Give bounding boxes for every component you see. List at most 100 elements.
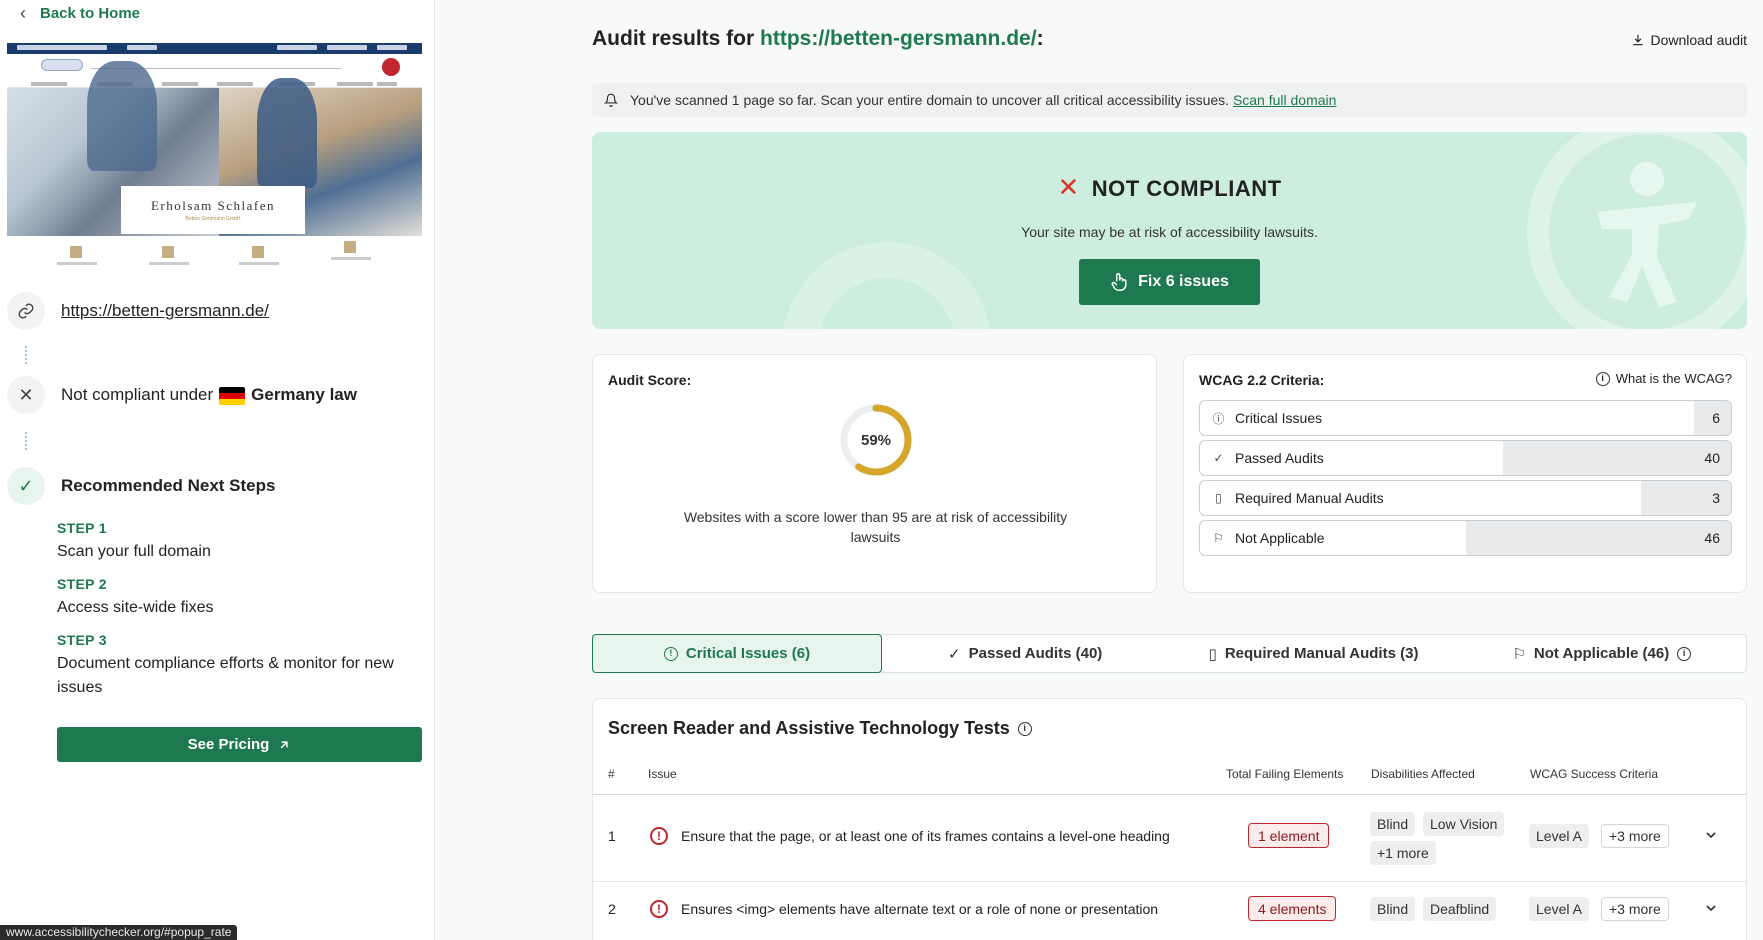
scanned-url-link[interactable]: https://betten-gersmann.de/ bbox=[61, 301, 269, 321]
disability-chip: Deafblind bbox=[1423, 897, 1497, 921]
preview-caption-subtitle: Betten Gersmann GmbH bbox=[185, 216, 241, 222]
chevron-left-icon: ‹ bbox=[20, 3, 26, 23]
table-row[interactable]: 2 ! Ensures <img> elements have alternat… bbox=[593, 882, 1746, 940]
compliance-subtitle: Your site may be at risk of accessibilit… bbox=[1021, 224, 1318, 240]
column-header-issue: Issue bbox=[648, 767, 677, 781]
wcag-row-text: Critical Issues bbox=[1235, 410, 1323, 426]
download-audit-label: Download audit bbox=[1650, 32, 1747, 48]
audit-score-title: Audit Score: bbox=[608, 372, 692, 388]
column-header-disabilities: Disabilities Affected bbox=[1371, 767, 1475, 781]
issue-text: Ensure that the page, or at least one of… bbox=[681, 828, 1170, 844]
score-value: 59% bbox=[860, 431, 892, 449]
see-pricing-label: See Pricing bbox=[187, 736, 270, 753]
column-header-failing: Total Failing Elements bbox=[1226, 767, 1344, 781]
info-icon[interactable]: i bbox=[1017, 721, 1032, 736]
see-pricing-button[interactable]: See Pricing bbox=[57, 727, 422, 762]
tab-not-applicable[interactable]: ⚐ Not Applicable (46) i bbox=[1458, 635, 1746, 672]
tab-label: Passed Audits (40) bbox=[968, 645, 1103, 662]
wcag-criteria-card: WCAG 2.2 Criteria: i What is the WCAG? ⓘ… bbox=[1183, 354, 1747, 593]
step-tag: STEP 2 bbox=[57, 576, 107, 592]
preview-caption-title: Erholsam Schlafen bbox=[150, 198, 276, 213]
download-icon bbox=[1633, 34, 1644, 46]
tab-label: Critical Issues (6) bbox=[685, 645, 811, 662]
column-header-wcag: WCAG Success Criteria bbox=[1530, 767, 1659, 781]
results-tabs: ! Critical Issues (6) ✓ Passed Audits (4… bbox=[592, 634, 1747, 673]
scan-full-domain-link[interactable]: Scan full domain bbox=[1233, 92, 1337, 108]
chevron-down-icon[interactable] bbox=[1703, 827, 1719, 848]
step-item: STEP 1 Scan your full domain bbox=[57, 520, 422, 564]
preview-caption: Erholsam Schlafen Betten Gersmann GmbH bbox=[121, 186, 305, 234]
wcag-row-count: 40 bbox=[1704, 450, 1720, 466]
step-item: STEP 3 Document compliance efforts & mon… bbox=[57, 632, 422, 700]
site-preview-thumbnail: Erholsam Schlafen Betten Gersmann GmbH bbox=[7, 43, 422, 276]
wcag-row-label: ▯ Required Manual Audits bbox=[1212, 490, 1384, 506]
preview-badge bbox=[382, 58, 400, 76]
wcag-row-manual[interactable]: ▯ Required Manual Audits 3 bbox=[1199, 480, 1732, 516]
chevron-down-icon[interactable] bbox=[1703, 900, 1719, 921]
disability-more-chip: +1 more bbox=[1370, 841, 1436, 865]
scanned-url-row: https://betten-gersmann.de/ bbox=[7, 292, 269, 330]
alert-circle-icon: ! bbox=[650, 827, 668, 845]
disability-chip: Blind bbox=[1370, 812, 1416, 836]
table-row[interactable]: 1 ! Ensure that the page, or at least on… bbox=[593, 795, 1746, 881]
close-icon: ✕ bbox=[7, 376, 45, 414]
download-audit-button[interactable]: Download audit bbox=[1631, 32, 1747, 48]
tab-passed-audits[interactable]: ✓ Passed Audits (40) bbox=[881, 635, 1169, 672]
alert-circle-icon: ! bbox=[663, 646, 678, 661]
link-icon bbox=[7, 292, 45, 330]
preview-header bbox=[7, 54, 422, 80]
what-is-wcag-link[interactable]: i What is the WCAG? bbox=[1595, 371, 1732, 386]
decorative-circle bbox=[782, 242, 992, 329]
law-name: Germany law bbox=[251, 385, 357, 404]
issues-table: Screen Reader and Assistive Technology T… bbox=[592, 698, 1747, 940]
banner-text: You've scanned 1 page so far. Scan your … bbox=[630, 92, 1336, 108]
wcag-row-not-applicable[interactable]: ⚐ Not Applicable 46 bbox=[1199, 520, 1732, 556]
preview-person bbox=[257, 78, 317, 188]
wcag-row-count: 3 bbox=[1712, 490, 1720, 506]
timeline-connector bbox=[25, 432, 27, 450]
wcag-row-label: ✓ Passed Audits bbox=[1212, 450, 1323, 466]
fix-issues-button[interactable]: Fix 6 issues bbox=[1079, 259, 1260, 305]
tab-critical-issues[interactable]: ! Critical Issues (6) bbox=[592, 634, 882, 673]
wcag-row-text: Required Manual Audits bbox=[1235, 490, 1384, 506]
preview-person bbox=[87, 61, 157, 171]
step-text: Scan your full domain bbox=[57, 543, 211, 560]
check-icon: ✓ bbox=[7, 467, 45, 505]
alert-circle-icon: ⓘ bbox=[1212, 411, 1225, 426]
info-icon[interactable]: i bbox=[1677, 646, 1692, 661]
wcag-row-critical[interactable]: ⓘ Critical Issues 6 bbox=[1199, 400, 1732, 436]
alert-circle-icon: ! bbox=[650, 900, 668, 918]
fix-issues-label: Fix 6 issues bbox=[1138, 273, 1229, 290]
wcag-row-count: 46 bbox=[1704, 530, 1720, 546]
title-prefix: Audit results for bbox=[592, 27, 755, 50]
back-to-home-link[interactable]: ‹ Back to Home bbox=[20, 4, 140, 22]
step-item: STEP 2 Access site-wide fixes bbox=[57, 576, 422, 620]
page-title: Audit results for https://betten-gersman… bbox=[592, 27, 1044, 51]
back-to-home-label: Back to Home bbox=[40, 4, 141, 22]
failing-elements-badge: 4 elements bbox=[1248, 896, 1337, 921]
check-icon: ✓ bbox=[1213, 451, 1224, 465]
compliance-status-text: NOT COMPLIANT bbox=[1091, 176, 1282, 201]
wcag-row-text: Not Applicable bbox=[1235, 530, 1325, 546]
wcag-more-chip[interactable]: +3 more bbox=[1601, 824, 1669, 848]
tab-manual-audits[interactable]: ▯ Required Manual Audits (3) bbox=[1169, 635, 1457, 672]
external-arrow-icon bbox=[280, 740, 288, 748]
title-suffix: : bbox=[1036, 27, 1044, 50]
wcag-level-chip: Level A bbox=[1529, 897, 1589, 921]
wcag-row-label: ⓘ Critical Issues bbox=[1212, 410, 1322, 427]
what-is-wcag-label: What is the WCAG? bbox=[1615, 371, 1732, 386]
wcag-row-passed[interactable]: ✓ Passed Audits 40 bbox=[1199, 440, 1732, 476]
table-title-text: Screen Reader and Assistive Technology T… bbox=[608, 718, 1010, 738]
wcag-row-count: 6 bbox=[1712, 410, 1720, 426]
recommended-steps-heading: ✓ Recommended Next Steps bbox=[7, 467, 275, 505]
wcag-more-chip[interactable]: +3 more bbox=[1601, 897, 1669, 921]
disability-chip: Low Vision bbox=[1423, 812, 1505, 836]
flag-icon: ⚐ bbox=[1213, 531, 1224, 545]
steps-list: STEP 1 Scan your full domain STEP 2 Acce… bbox=[57, 520, 422, 712]
row-number: 2 bbox=[608, 901, 616, 917]
scan-notice-banner: You've scanned 1 page so far. Scan your … bbox=[592, 83, 1747, 117]
audit-score-card: Audit Score: 59% Websites with a score l… bbox=[592, 354, 1157, 593]
issue-text: Ensures <img> elements have alternate te… bbox=[681, 901, 1159, 917]
tab-label: Required Manual Audits (3) bbox=[1224, 645, 1419, 662]
info-icon: i bbox=[1595, 371, 1610, 386]
